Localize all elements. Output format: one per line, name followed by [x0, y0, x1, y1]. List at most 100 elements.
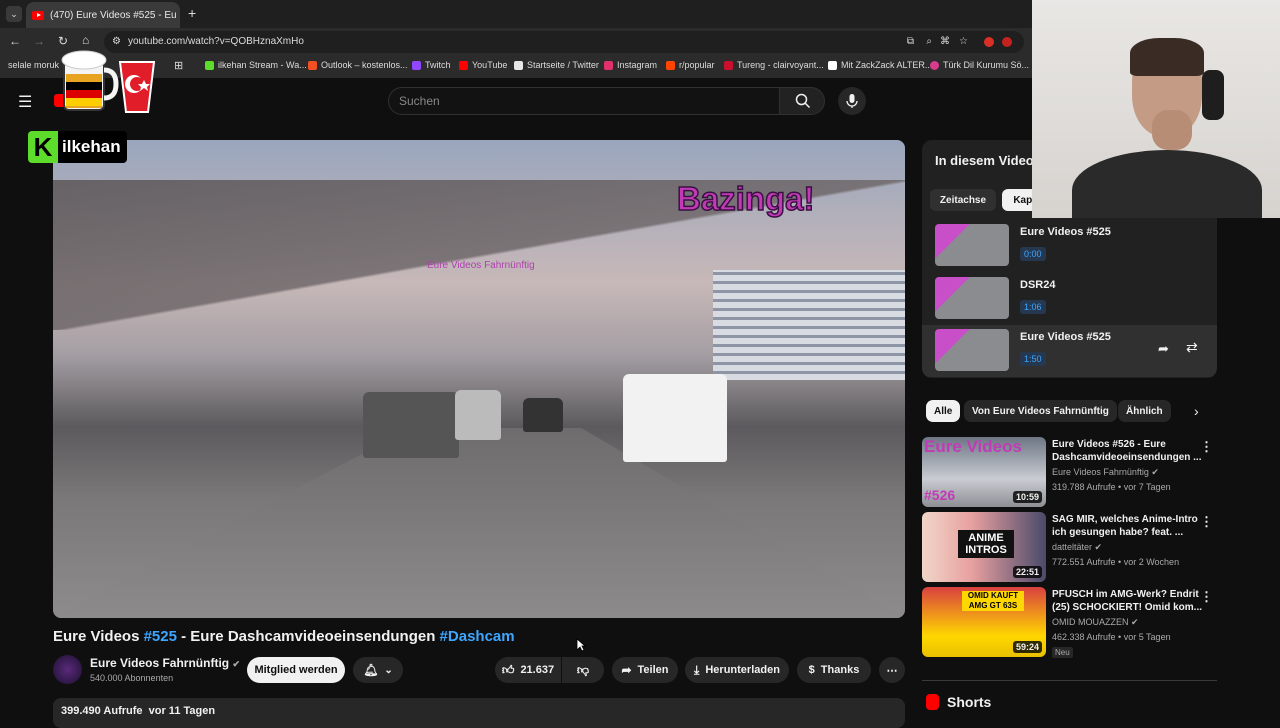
thanks-button[interactable]: $ Thanks	[797, 657, 871, 683]
section-divider	[922, 680, 1217, 681]
notification-bell-button[interactable]: 🔔︎ ⌄	[353, 657, 403, 683]
search-input[interactable]: Suchen	[388, 87, 780, 115]
recommendation-meta: 319.788 Aufrufe • vor 7 Tagen	[1052, 482, 1171, 492]
bookmark-item[interactable]: Instagram	[604, 60, 657, 70]
channel-avatar[interactable]	[53, 655, 82, 684]
mouse-cursor-icon	[576, 638, 586, 652]
more-options-icon[interactable]: ⋮	[1200, 439, 1213, 455]
tab-list-chevron-icon[interactable]: ⌄	[6, 6, 22, 22]
download-button[interactable]: ⤓ Herunterladen	[685, 657, 789, 683]
share-icon[interactable]: ➦	[1158, 341, 1169, 357]
video-frame-building	[713, 270, 905, 380]
forward-icon[interactable]: →	[33, 34, 45, 48]
apps-grid-icon[interactable]: ⊞	[174, 59, 183, 72]
filter-chip[interactable]: Von Eure Videos Fahrnünftig	[964, 400, 1117, 422]
recommendation-item[interactable]: OMID KAUFT AMG GT 63S 59:24 PFUSCH im AM…	[922, 587, 1217, 658]
filter-chip[interactable]: Alle	[926, 400, 961, 422]
view-stats: 399.490 Aufrufe vor 11 Tagen	[61, 705, 216, 717]
video-frame-car	[455, 390, 501, 440]
more-icon: ⋯	[886, 664, 898, 677]
thanks-icon: $	[808, 664, 815, 676]
microphone-icon	[846, 94, 858, 108]
chapter-item[interactable]: DSR24 1:06	[922, 273, 1217, 325]
like-button[interactable]: 👍︎ 21.637	[495, 657, 561, 683]
search-button[interactable]	[779, 87, 825, 115]
bookmark-item[interactable]: r/popular	[666, 60, 715, 70]
recommendation-meta: 462.338 Aufrufe • vor 5 Tagen	[1052, 632, 1171, 642]
bookmark-item[interactable]: Outlook – kostenlos...	[308, 60, 408, 70]
video-thumbnail: ANIME INTROS 22:51	[922, 512, 1046, 582]
tab-timeline[interactable]: Zeitachse	[930, 189, 996, 211]
chapters-title: In diesem Video	[935, 153, 1034, 168]
recommendation-item[interactable]: ANIME INTROS 22:51 SAG MIR, welches Anim…	[922, 512, 1217, 582]
extension-icon[interactable]	[984, 37, 994, 47]
streamer-logo-icon: K	[28, 131, 58, 163]
chapter-thumbnail	[935, 224, 1009, 266]
duration-badge: 22:51	[1012, 566, 1042, 578]
share-button[interactable]: ➦ Teilen	[612, 657, 678, 683]
bookmark-item[interactable]: ilkehan Stream - Wa...	[205, 60, 307, 70]
share-icon: ➦	[621, 663, 632, 677]
streamer-logo: K ilkehan	[28, 131, 127, 163]
thumbs-down-icon: 👎︎	[576, 662, 590, 677]
dislike-button[interactable]: 👎︎	[562, 657, 604, 683]
duration-badge: 10:59	[1012, 491, 1042, 503]
address-field[interactable]: ⚙ youtube.com/watch?v=QOBHznaXmHo ⧉ ⌕ ⌘ …	[104, 31, 1024, 53]
video-thumbnail: OMID KAUFT AMG GT 63S 59:24	[922, 587, 1046, 657]
webcam-person-hair	[1130, 38, 1204, 76]
bookmark-item[interactable]: Startseite / Twitter	[514, 60, 599, 70]
join-button[interactable]: Mitglied werden	[247, 657, 345, 683]
thumbs-up-icon: 👍︎	[501, 662, 515, 677]
hashtag-link[interactable]: #525	[144, 628, 177, 645]
zoom-icon[interactable]: ⌕	[926, 31, 932, 53]
new-tab-icon[interactable]: +	[188, 5, 196, 21]
shorts-section-header[interactable]: Shorts	[926, 694, 991, 710]
duration-badge: 59:24	[1012, 641, 1042, 653]
chapter-item-active[interactable]: Eure Videos #525 1:50 ➦ ⇄	[922, 325, 1217, 377]
more-options-icon[interactable]: ⋮	[1200, 514, 1213, 530]
video-thumbnail: Eure Videos #526 10:59	[922, 437, 1046, 507]
verified-icon: ✔	[1131, 617, 1139, 627]
browser-tab-active[interactable]: (470) Eure Videos #525 - Eu 🔊 ✕	[26, 2, 180, 28]
verified-icon: ✔	[1151, 467, 1159, 477]
bookmark-item[interactable]: Tureng - clairvoyant...	[724, 60, 824, 70]
webcam-person-body	[1072, 150, 1262, 218]
translate-icon[interactable]: ⌘	[940, 31, 950, 53]
filter-chip[interactable]: Ähnlich	[1118, 400, 1171, 422]
bookmark-item[interactable]: Mit ZackZack ALTER...	[828, 60, 932, 70]
video-overlay-text: Bazinga!	[676, 179, 815, 218]
channel-name[interactable]: Eure Videos Fahrnünftig ✔	[90, 656, 240, 670]
recommendation-title: PFUSCH im AMG-Werk? Endrit (25) SCHOCKIE…	[1052, 589, 1203, 613]
video-frame-car	[363, 392, 459, 458]
bookmark-item[interactable]: Türk Dil Kurumu Sö...	[930, 60, 1029, 70]
more-options-icon[interactable]: ⋮	[1200, 589, 1213, 605]
video-frame-road	[53, 428, 905, 618]
bookmark-item[interactable]: YouTube	[459, 60, 507, 70]
recommendation-meta: 772.551 Aufrufe • vor 2 Wochen	[1052, 557, 1180, 567]
recommendation-item[interactable]: Eure Videos #526 10:59 Eure Videos #526 …	[922, 437, 1217, 507]
headset-icon	[1202, 70, 1224, 120]
beer-mug-overlay-icon	[61, 50, 156, 113]
recommendation-channel: datteltäter ✔	[1052, 542, 1103, 552]
bookmark-item[interactable]: Twitch	[412, 60, 451, 70]
recommendation-title: Eure Videos #526 - Eure Dashcamvideoeins…	[1052, 439, 1202, 463]
hashtag-link[interactable]: #Dashcam	[440, 628, 515, 645]
chapter-thumbnail	[935, 277, 1009, 319]
menu-icon[interactable]: ☰	[18, 92, 32, 112]
shorts-icon	[926, 694, 939, 710]
voice-search-button[interactable]	[838, 87, 866, 115]
description-box[interactable]: 399.490 Aufrufe vor 11 Tagen	[53, 698, 905, 728]
chevron-right-icon[interactable]: ›	[1194, 403, 1199, 419]
extension-icon[interactable]	[1002, 37, 1012, 47]
repeat-icon[interactable]: ⇄	[1186, 339, 1198, 356]
back-icon[interactable]: ←	[9, 34, 21, 48]
install-icon[interactable]: ⧉	[907, 31, 914, 53]
chapter-item[interactable]: Eure Videos #525 0:00	[922, 220, 1217, 272]
webcam-hand	[1152, 110, 1192, 150]
bookmark-star-icon[interactable]: ☆	[959, 31, 968, 53]
more-actions-button[interactable]: ⋯	[879, 657, 905, 683]
channel-row: Eure Videos Fahrnünftig ✔ 540.000 Abonne…	[53, 653, 905, 687]
webcam-overlay	[1032, 0, 1280, 218]
bookmark-item[interactable]: selale moruk	[8, 60, 59, 70]
video-player[interactable]: Bazinga! Eure Videos Fahrnünftig	[53, 140, 905, 618]
